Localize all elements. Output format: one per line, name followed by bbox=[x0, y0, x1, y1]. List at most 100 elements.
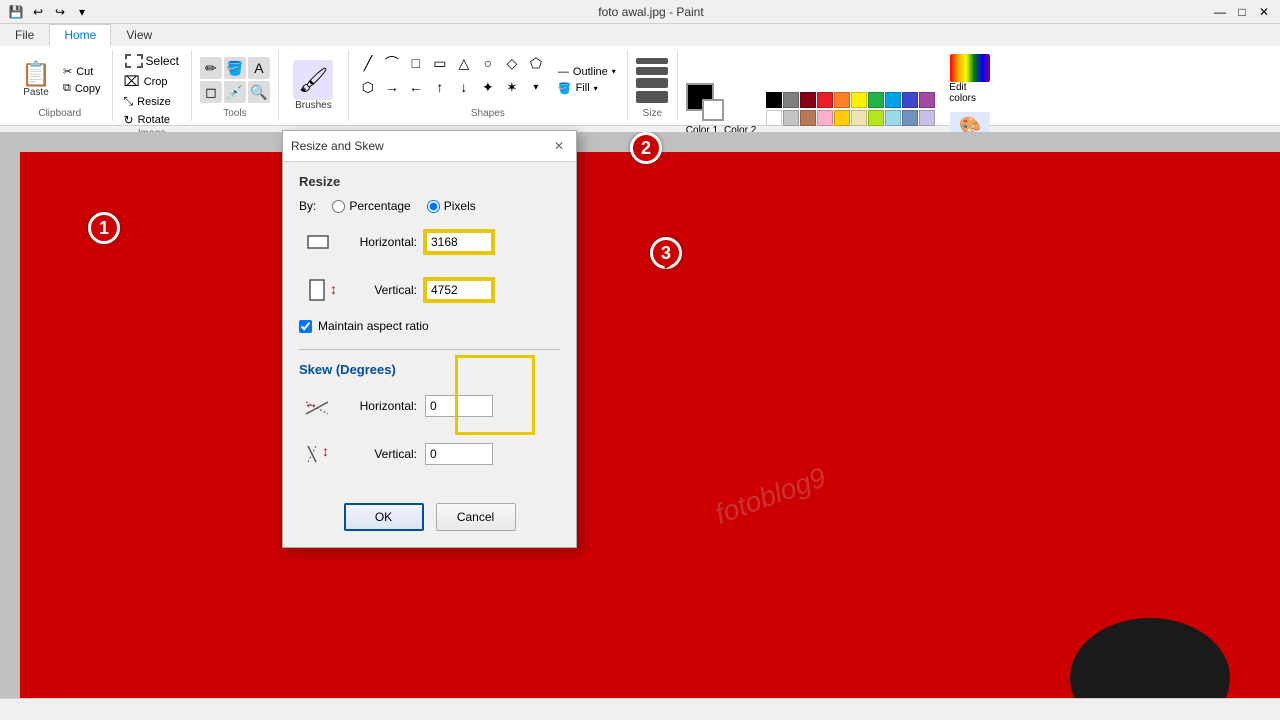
maintain-aspect-checkbox[interactable] bbox=[299, 320, 312, 333]
skew-vertical-label: Vertical: bbox=[345, 447, 417, 461]
arrow-up-shape[interactable]: ↑ bbox=[429, 76, 451, 98]
color-cream[interactable] bbox=[851, 110, 867, 126]
cut-icon: ✂ bbox=[63, 65, 72, 78]
undo-icon[interactable]: ↩ bbox=[28, 2, 48, 22]
tab-view[interactable]: View bbox=[111, 24, 167, 46]
fill-button[interactable]: 🪣 Fill ▾ bbox=[555, 81, 619, 96]
outline-dropdown[interactable]: ▾ bbox=[612, 67, 616, 76]
color-lime[interactable] bbox=[868, 110, 884, 126]
hexagon-shape[interactable]: ⬡ bbox=[357, 76, 379, 98]
vertical-resize-row: ↕ Vertical: bbox=[299, 271, 560, 309]
percentage-radio[interactable] bbox=[332, 200, 345, 213]
paste-button[interactable]: 📋 Paste bbox=[16, 61, 56, 100]
color-green[interactable] bbox=[868, 92, 884, 108]
curve-shape[interactable]: ⌒ bbox=[381, 52, 403, 74]
maximize-btn[interactable]: □ bbox=[1232, 2, 1252, 22]
color-darkred[interactable] bbox=[800, 92, 816, 108]
color-picker-tool[interactable]: 💉 bbox=[224, 81, 246, 103]
outline-button[interactable]: — Outline ▾ bbox=[555, 65, 619, 79]
color-lightgray[interactable] bbox=[783, 110, 799, 126]
line-shape[interactable]: ╱ bbox=[357, 52, 379, 74]
image-buttons: Select ⌧ Crop ⤡ Resize bbox=[121, 52, 183, 128]
shapes-content: ╱ ⌒ □ ▭ △ ○ ◇ ⬠ ⬡ → ← ↑ ↓ ✦ ✶ ▾ — Out bbox=[357, 52, 619, 108]
eraser-tool[interactable]: ◻ bbox=[200, 81, 222, 103]
pencil-tool[interactable]: ✏ bbox=[200, 57, 222, 79]
tab-file[interactable]: File bbox=[0, 24, 49, 46]
tab-home[interactable]: Home bbox=[49, 24, 111, 46]
color-yellow[interactable] bbox=[851, 92, 867, 108]
pentagon-shape[interactable]: ⬠ bbox=[525, 52, 547, 74]
rect-shape[interactable]: □ bbox=[405, 52, 427, 74]
dark-circle bbox=[1070, 618, 1230, 698]
color-cyan[interactable] bbox=[885, 92, 901, 108]
color-orange[interactable] bbox=[834, 92, 850, 108]
horizontal-resize-input[interactable] bbox=[425, 231, 493, 253]
color-steelblue[interactable] bbox=[902, 110, 918, 126]
size-2[interactable] bbox=[636, 67, 668, 75]
color-gray[interactable] bbox=[783, 92, 799, 108]
select-label: Select bbox=[146, 54, 179, 68]
color-skyblue[interactable] bbox=[885, 110, 901, 126]
star4-shape[interactable]: ✦ bbox=[477, 76, 499, 98]
fill-tool[interactable]: 🪣 bbox=[224, 57, 246, 79]
brushes-button[interactable]: 🖌 Brushes bbox=[289, 58, 337, 113]
close-btn[interactable]: ✕ bbox=[1254, 2, 1274, 22]
ribbon-tabs: File Home View bbox=[0, 24, 1280, 46]
horizontal-skew-input[interactable] bbox=[425, 395, 493, 417]
minimize-btn[interactable]: — bbox=[1210, 2, 1230, 22]
cut-button[interactable]: ✂ Cut bbox=[60, 64, 104, 79]
horizontal-label: Horizontal: bbox=[345, 235, 417, 249]
color-brown[interactable] bbox=[800, 110, 816, 126]
resize-button[interactable]: ⤡ Resize bbox=[121, 93, 174, 110]
arrow-right-shape[interactable]: → bbox=[381, 76, 403, 98]
copy-label: Copy bbox=[75, 83, 101, 95]
percentage-radio-label[interactable]: Percentage bbox=[332, 199, 410, 213]
crop-button[interactable]: ⌧ Crop bbox=[121, 72, 171, 91]
color-red[interactable] bbox=[817, 92, 833, 108]
dialog-close-button[interactable]: ✕ bbox=[550, 137, 568, 155]
color-pink[interactable] bbox=[817, 110, 833, 126]
cut-copy-buttons: ✂ Cut ⧉ Copy bbox=[60, 64, 104, 96]
save-icon[interactable]: 💾 bbox=[6, 2, 26, 22]
skew-section-label: Skew (Degrees) bbox=[299, 362, 560, 377]
vertical-resize-input[interactable] bbox=[425, 279, 493, 301]
size-3[interactable] bbox=[636, 78, 668, 88]
ellipse-shape[interactable]: ○ bbox=[477, 52, 499, 74]
edit-colors-button[interactable]: Edit colors bbox=[945, 52, 995, 106]
copy-button[interactable]: ⧉ Copy bbox=[60, 81, 104, 96]
color-white[interactable] bbox=[766, 110, 782, 126]
star6-shape[interactable]: ✶ bbox=[501, 76, 523, 98]
poly-shape[interactable]: △ bbox=[453, 52, 475, 74]
select-button[interactable]: Select bbox=[121, 52, 183, 70]
cancel-button[interactable]: Cancel bbox=[436, 503, 516, 531]
arrow-left-shape[interactable]: ← bbox=[405, 76, 427, 98]
size-label: Size bbox=[643, 108, 662, 119]
group-clipboard: 📋 Paste ✂ Cut ⧉ Copy Clipboard bbox=[8, 50, 113, 121]
canvas-content: fotoblog9 fotoblog9 bbox=[20, 152, 1280, 698]
dropdown-icon[interactable]: ▾ bbox=[72, 2, 92, 22]
more-shapes[interactable]: ▾ bbox=[525, 76, 547, 98]
text-tool[interactable]: A bbox=[248, 57, 270, 79]
color-lavender[interactable] bbox=[919, 110, 935, 126]
pixels-radio-label[interactable]: Pixels bbox=[427, 199, 476, 213]
vertical-skew-input[interactable] bbox=[425, 443, 493, 465]
color-purple[interactable] bbox=[919, 92, 935, 108]
svg-text:↔: ↔ bbox=[311, 247, 325, 256]
color2-swatch[interactable] bbox=[702, 99, 724, 121]
diamond-shape[interactable]: ◇ bbox=[501, 52, 523, 74]
color-blue[interactable] bbox=[902, 92, 918, 108]
redo-icon[interactable]: ↪ bbox=[50, 2, 70, 22]
pixels-text: Pixels bbox=[444, 199, 476, 213]
fill-dropdown[interactable]: ▾ bbox=[594, 84, 598, 93]
rounded-rect-shape[interactable]: ▭ bbox=[429, 52, 451, 74]
size-1[interactable] bbox=[636, 58, 668, 64]
magnifier-tool[interactable]: 🔍 bbox=[248, 81, 270, 103]
color-gold[interactable] bbox=[834, 110, 850, 126]
color-black[interactable] bbox=[766, 92, 782, 108]
ok-button[interactable]: OK bbox=[344, 503, 424, 531]
rotate-button[interactable]: ↻ Rotate bbox=[121, 112, 173, 128]
fill-label: Fill bbox=[576, 82, 590, 94]
pixels-radio[interactable] bbox=[427, 200, 440, 213]
size-4[interactable] bbox=[636, 91, 668, 103]
arrow-down-shape[interactable]: ↓ bbox=[453, 76, 475, 98]
